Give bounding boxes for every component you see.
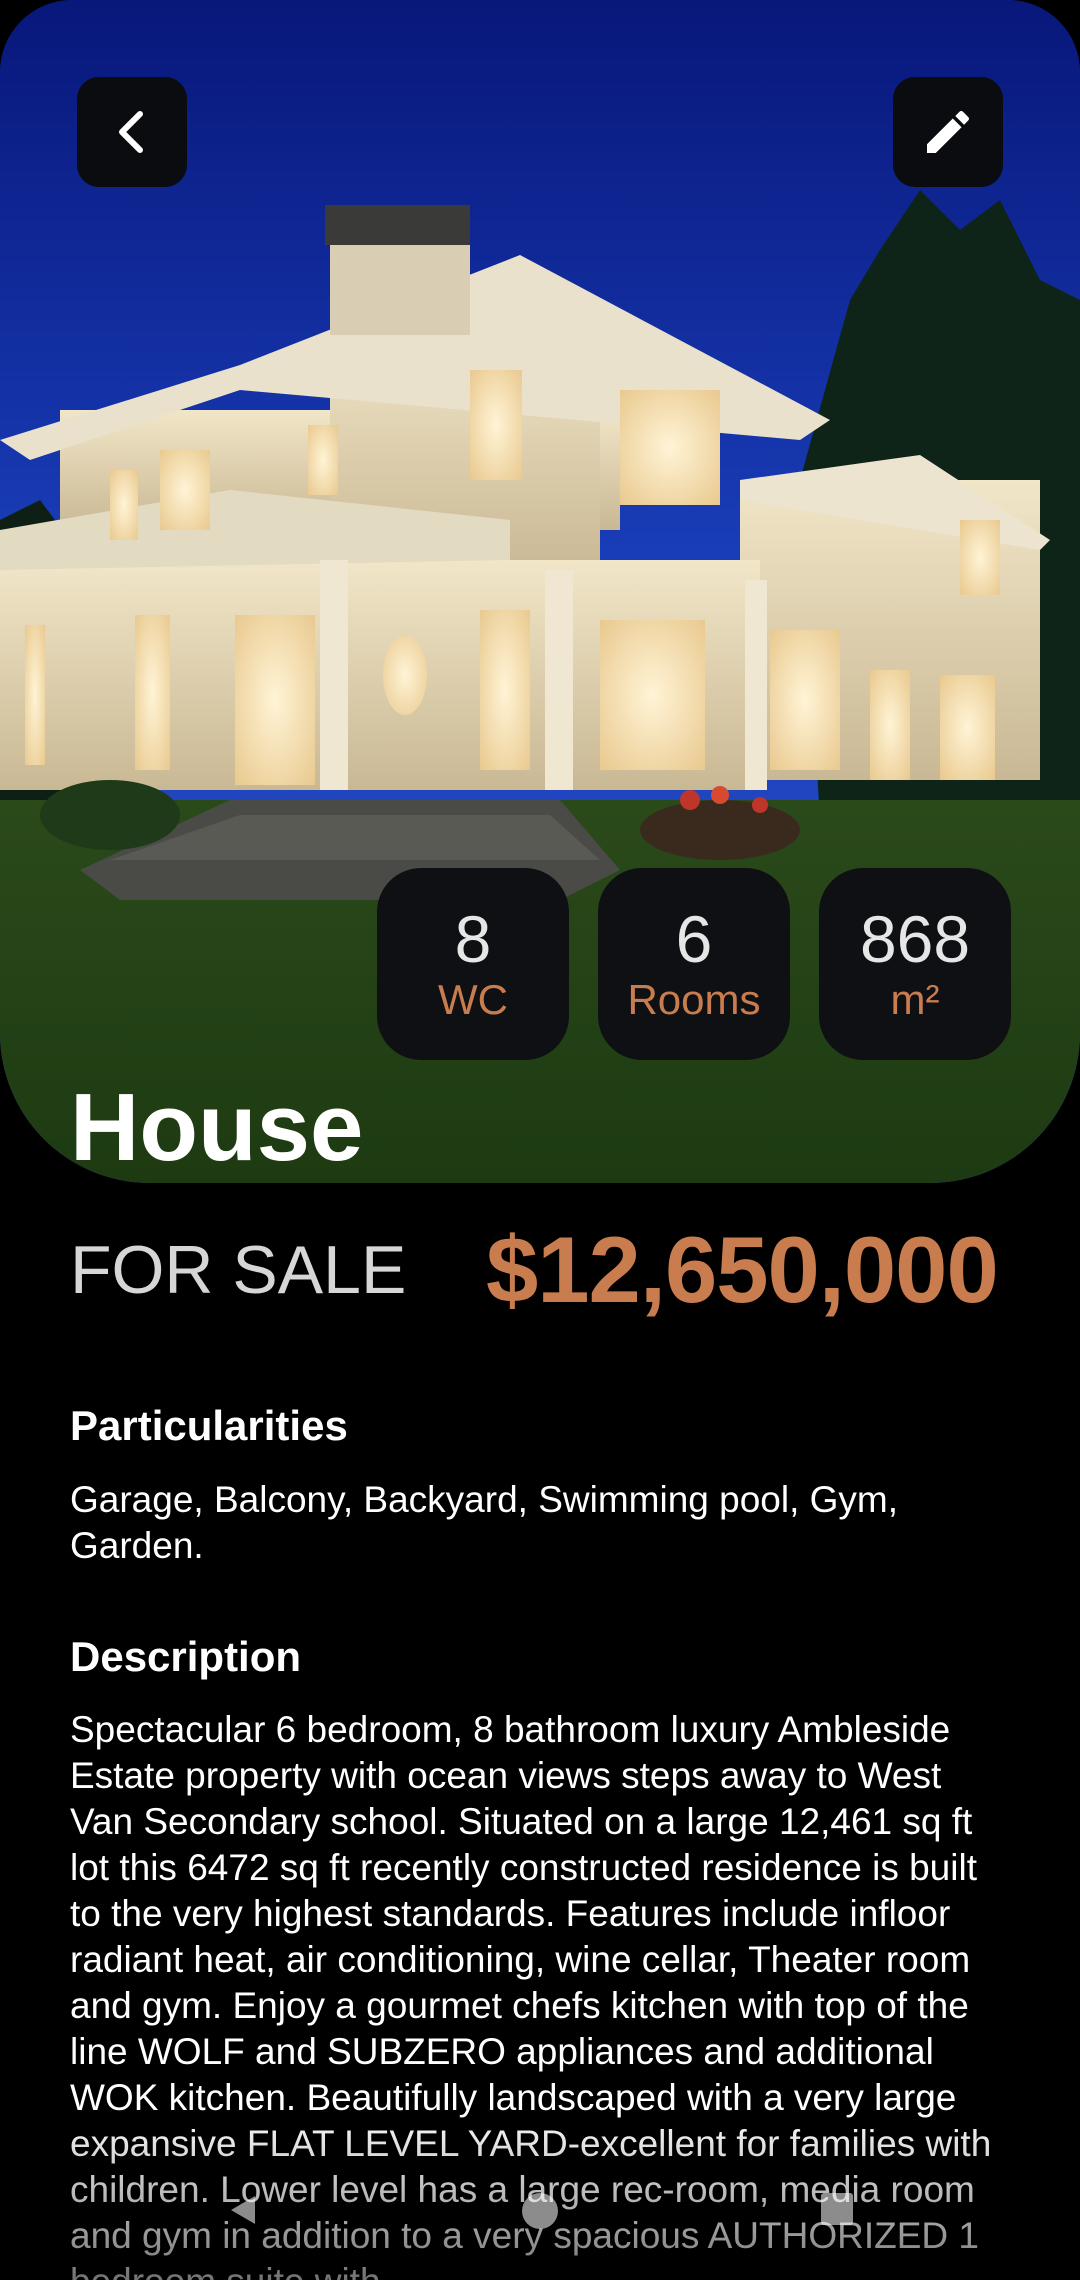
stat-wc: 8 WC [377,868,569,1060]
stat-area: 868 m² [819,868,1011,1060]
particularities-heading: Particularities [70,1402,348,1449]
description-heading: Description [70,1633,302,1680]
property-type-title: House [70,1074,364,1181]
price: $12,650,000 [486,1217,999,1322]
stat-rooms: 6 Rooms [598,868,790,1060]
stat-rooms-unit: Rooms [627,976,761,1023]
pencil-icon [927,110,970,153]
stat-area-unit: m² [890,976,940,1023]
nav-home-icon[interactable] [521,2192,559,2230]
chevron-left-icon [119,111,143,153]
edit-button[interactable] [893,77,1003,187]
stat-area-value: 868 [859,902,971,976]
particularities-text: Garage, Balcony, Backyard, Swimming pool… [70,1479,899,1566]
stat-wc-value: 8 [454,902,492,976]
stat-rooms-value: 6 [675,902,713,976]
system-nav-bar [0,2180,1080,2250]
back-button[interactable] [77,77,187,187]
nav-recents-icon[interactable] [820,2192,854,2226]
sale-status: FOR SALE [70,1232,407,1308]
nav-back-icon[interactable] [225,2192,261,2228]
stat-wc-unit: WC [438,976,508,1023]
